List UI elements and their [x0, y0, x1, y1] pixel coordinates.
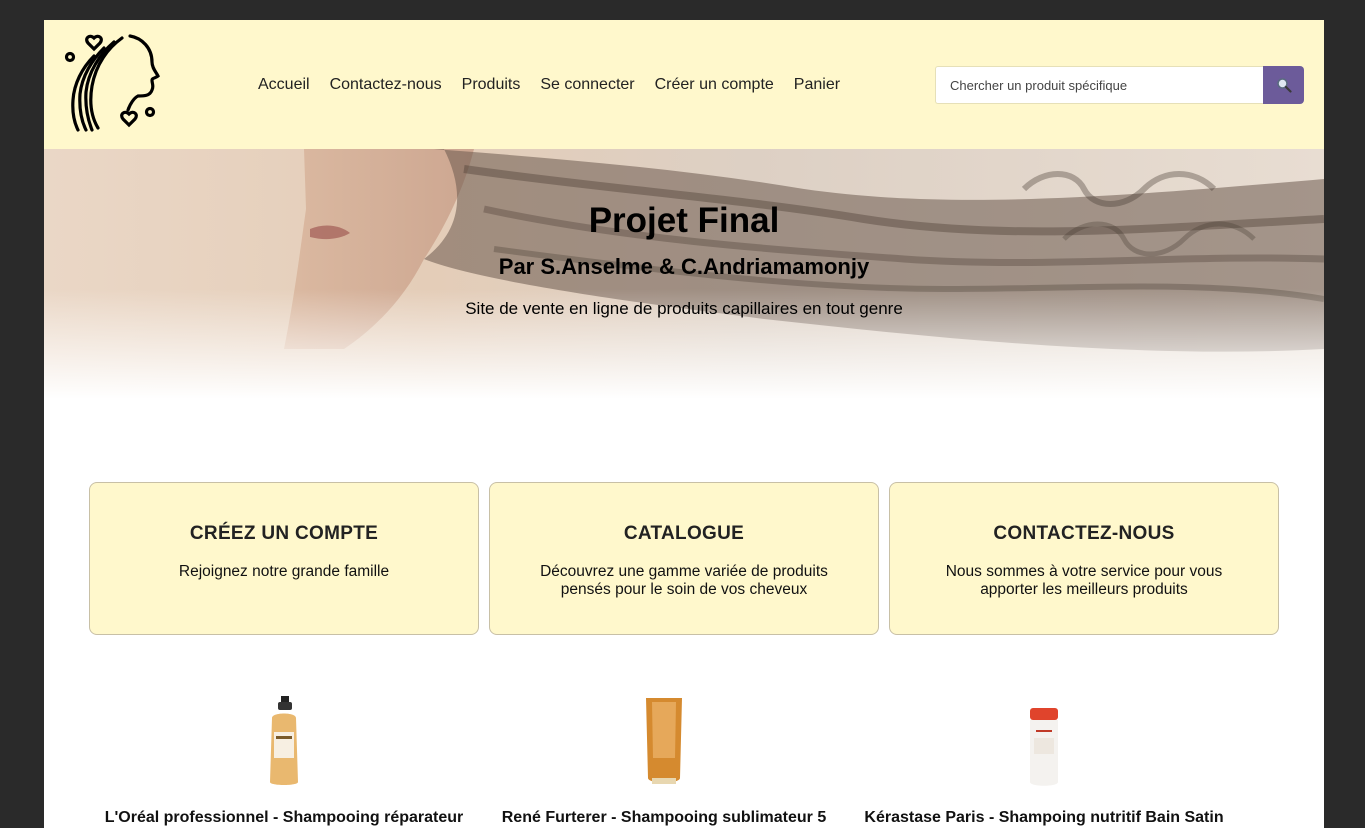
card-create-account[interactable]: CRÉEZ UN COMPTE Rejoignez notre grande f…: [89, 482, 479, 635]
product-name[interactable]: L'Oréal professionnel - Shampooing répar…: [94, 809, 474, 827]
product-item[interactable]: L'Oréal professionnel - Shampooing répar…: [94, 688, 474, 827]
header: Accueil Contactez-nous Produits Se conne…: [44, 20, 1324, 149]
nav-contactez-nous[interactable]: Contactez-nous: [330, 75, 442, 95]
page: Accueil Contactez-nous Produits Se conne…: [44, 20, 1324, 828]
card-text: Nous sommes à votre service pour vous ap…: [945, 563, 1223, 598]
logo-icon[interactable]: [64, 34, 164, 134]
card-contact[interactable]: CONTACTEZ-NOUS Nous sommes à votre servi…: [889, 482, 1279, 635]
product-image[interactable]: [474, 688, 854, 788]
product-image[interactable]: [854, 688, 1234, 788]
hero-title: Projet Final: [588, 201, 780, 240]
nav-accueil[interactable]: Accueil: [258, 75, 310, 95]
card-text: Découvrez une gamme variée de produits p…: [540, 563, 828, 598]
product-image[interactable]: [94, 688, 474, 788]
product-item[interactable]: René Furterer - Shampooing sublimateur 5: [474, 688, 854, 827]
card-title: CONTACTEZ-NOUS: [993, 523, 1175, 544]
card-text: Rejoignez notre grande famille: [178, 563, 390, 580]
product-list: L'Oréal professionnel - Shampooing répar…: [94, 688, 1274, 827]
product-item[interactable]: Kérastase Paris - Shampoing nutritif Bai…: [854, 688, 1234, 827]
search-bar: [935, 66, 1304, 104]
card-catalogue[interactable]: CATALOGUE Découvrez une gamme variée de …: [489, 482, 879, 635]
product-name[interactable]: Kérastase Paris - Shampoing nutritif Bai…: [854, 809, 1234, 827]
search-button[interactable]: [1263, 66, 1304, 104]
card-title: CATALOGUE: [623, 523, 745, 544]
product-name[interactable]: René Furterer - Shampooing sublimateur 5: [474, 809, 854, 827]
nav-produits[interactable]: Produits: [462, 75, 521, 95]
nav-creer-un-compte[interactable]: Créer un compte: [655, 75, 774, 95]
nav-panier[interactable]: Panier: [794, 75, 840, 95]
feature-cards: CRÉEZ UN COMPTE Rejoignez notre grande f…: [89, 482, 1279, 635]
search-icon: [1276, 78, 1292, 93]
hero-banner: Projet Final Par S.Anselme & C.Andriamam…: [44, 149, 1324, 399]
main-nav: Accueil Contactez-nous Produits Se conne…: [258, 75, 840, 95]
card-title: CRÉEZ UN COMPTE: [189, 523, 379, 544]
search-input[interactable]: [935, 66, 1263, 104]
hero-description: Site de vente en ligne de produits capil…: [465, 299, 903, 318]
nav-se-connecter[interactable]: Se connecter: [540, 75, 634, 95]
hero-subtitle: Par S.Anselme & C.Andriamamonjy: [498, 254, 870, 279]
